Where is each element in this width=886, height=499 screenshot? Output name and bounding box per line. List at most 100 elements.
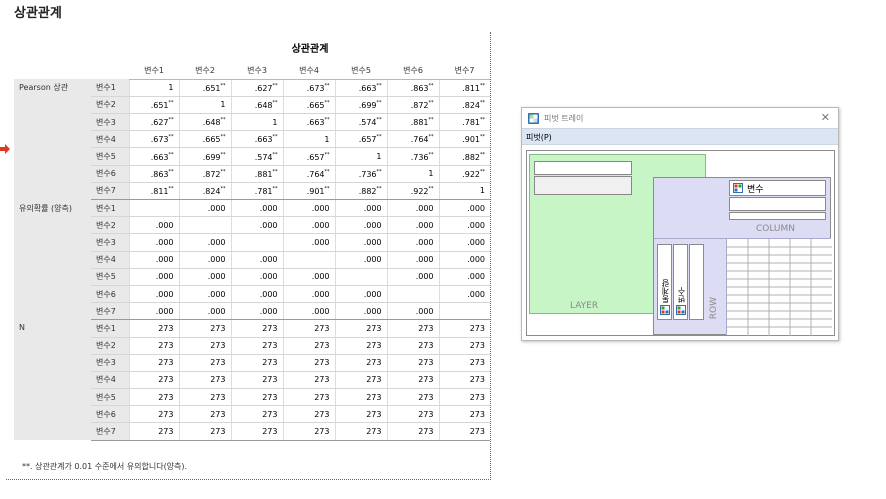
- table-cell[interactable]: 1: [334, 147, 387, 166]
- table-cell[interactable]: .648**: [178, 113, 231, 132]
- row-label[interactable]: 변수4: [91, 251, 129, 269]
- table-cell[interactable]: .000: [438, 251, 490, 269]
- table-cell[interactable]: 273: [128, 354, 179, 372]
- table-cell[interactable]: 273: [334, 319, 387, 338]
- table-cell[interactable]: .000: [282, 268, 335, 286]
- table-cell[interactable]: .901**: [438, 130, 490, 149]
- table-cell[interactable]: 273: [334, 388, 387, 407]
- table-cell[interactable]: .863**: [386, 79, 439, 97]
- table-cell[interactable]: 273: [438, 354, 490, 372]
- table-cell[interactable]: .000: [438, 199, 490, 218]
- column-slot[interactable]: [729, 197, 826, 211]
- table-cell[interactable]: .000: [230, 216, 283, 235]
- row-label[interactable]: 변수1: [91, 79, 129, 97]
- table-cell[interactable]: .000: [334, 302, 387, 321]
- row-dimension-statistics[interactable]: 통계량: [657, 244, 672, 320]
- row-label[interactable]: 변수5: [91, 147, 129, 166]
- table-cell[interactable]: .000: [178, 251, 231, 269]
- table-cell[interactable]: .000: [178, 233, 231, 252]
- row-label[interactable]: 변수1: [91, 319, 129, 338]
- table-cell[interactable]: .000: [386, 199, 439, 218]
- row-label[interactable]: 변수4: [91, 130, 129, 149]
- table-cell[interactable]: .736**: [334, 165, 387, 183]
- table-cell[interactable]: .000: [128, 216, 179, 235]
- column-header[interactable]: 변수7: [439, 62, 490, 80]
- table-cell[interactable]: .872**: [386, 96, 439, 115]
- row-label[interactable]: 변수7: [91, 302, 129, 321]
- table-cell[interactable]: .663**: [128, 147, 179, 166]
- table-cell[interactable]: .824**: [178, 182, 231, 201]
- table-cell[interactable]: .000: [282, 216, 335, 235]
- table-cell[interactable]: 273: [178, 422, 231, 441]
- table-cell[interactable]: 273: [230, 337, 283, 355]
- table-cell[interactable]: .764**: [282, 165, 335, 183]
- table-cell[interactable]: .000: [178, 268, 231, 286]
- table-cell[interactable]: 273: [438, 388, 490, 407]
- table-cell[interactable]: 273: [282, 371, 335, 390]
- table-cell[interactable]: 273: [386, 337, 439, 355]
- table-cell[interactable]: .627**: [128, 113, 179, 132]
- table-cell[interactable]: .781**: [438, 113, 490, 132]
- table-cell[interactable]: .000: [334, 285, 387, 304]
- table-cell[interactable]: .657**: [282, 147, 335, 166]
- table-cell[interactable]: .663**: [230, 130, 283, 149]
- table-cell[interactable]: .000: [128, 268, 179, 286]
- table-cell[interactable]: [128, 199, 179, 218]
- table-cell[interactable]: 273: [282, 422, 335, 441]
- table-cell[interactable]: 273: [282, 337, 335, 355]
- table-cell[interactable]: .000: [386, 233, 439, 252]
- table-cell[interactable]: 273: [438, 371, 490, 390]
- column-area[interactable]: 변수 COLUMN: [726, 178, 831, 238]
- table-cell[interactable]: 273: [386, 354, 439, 372]
- table-cell[interactable]: .000: [230, 285, 283, 304]
- row-dimension-variable[interactable]: 변수: [673, 244, 688, 320]
- table-cell[interactable]: .000: [438, 216, 490, 235]
- table-cell[interactable]: 273: [386, 388, 439, 407]
- table-cell[interactable]: .736**: [386, 147, 439, 166]
- table-cell[interactable]: .000: [230, 268, 283, 286]
- table-cell[interactable]: 1: [386, 165, 439, 183]
- column-header[interactable]: 변수5: [335, 62, 387, 80]
- table-cell[interactable]: .627**: [230, 79, 283, 97]
- column-header[interactable]: 변수6: [387, 62, 439, 80]
- table-cell[interactable]: .000: [128, 233, 179, 252]
- table-cell[interactable]: 273: [386, 405, 439, 424]
- table-cell[interactable]: .000: [230, 302, 283, 321]
- table-cell[interactable]: .663**: [334, 79, 387, 97]
- table-cell[interactable]: 273: [178, 354, 231, 372]
- table-cell[interactable]: [178, 216, 231, 235]
- table-cell[interactable]: .574**: [230, 147, 283, 166]
- correlation-table[interactable]: 변수1 변수2 변수3 변수4 변수5 변수6 변수7 Pearson 상관 변수1 1.651…: [14, 62, 490, 441]
- column-slot[interactable]: [729, 212, 826, 220]
- row-label[interactable]: 변수2: [91, 96, 129, 115]
- table-cell[interactable]: .665**: [178, 130, 231, 149]
- table-cell[interactable]: 273: [230, 422, 283, 441]
- table-cell[interactable]: .000: [438, 285, 490, 304]
- table-cell[interactable]: 273: [178, 388, 231, 407]
- row-group-label[interactable]: Pearson 상관: [14, 79, 91, 200]
- row-label[interactable]: 변수6: [91, 285, 129, 304]
- table-cell[interactable]: .811**: [438, 79, 490, 97]
- table-cell[interactable]: 273: [282, 388, 335, 407]
- table-cell[interactable]: [334, 268, 387, 286]
- column-dimension-variable[interactable]: 변수: [729, 180, 826, 196]
- row-label[interactable]: 변수2: [91, 216, 129, 235]
- row-group-label[interactable]: N: [14, 319, 91, 441]
- table-cell[interactable]: .673**: [128, 130, 179, 149]
- table-cell[interactable]: .901**: [282, 182, 335, 201]
- table-cell[interactable]: .000: [230, 251, 283, 269]
- row-label[interactable]: 변수5: [91, 268, 129, 286]
- table-cell[interactable]: .663**: [282, 113, 335, 132]
- table-cell[interactable]: .000: [178, 199, 231, 218]
- table-cell[interactable]: .000: [128, 285, 179, 304]
- table-cell[interactable]: 273: [438, 337, 490, 355]
- table-cell[interactable]: .000: [386, 251, 439, 269]
- column-header[interactable]: 변수2: [179, 62, 231, 80]
- table-cell[interactable]: 273: [282, 405, 335, 424]
- table-cell[interactable]: .764**: [386, 130, 439, 149]
- row-label[interactable]: 변수6: [91, 405, 129, 424]
- close-icon[interactable]: ✕: [821, 111, 830, 124]
- table-cell[interactable]: 273: [334, 405, 387, 424]
- table-cell[interactable]: .000: [128, 251, 179, 269]
- table-cell[interactable]: .699**: [178, 147, 231, 166]
